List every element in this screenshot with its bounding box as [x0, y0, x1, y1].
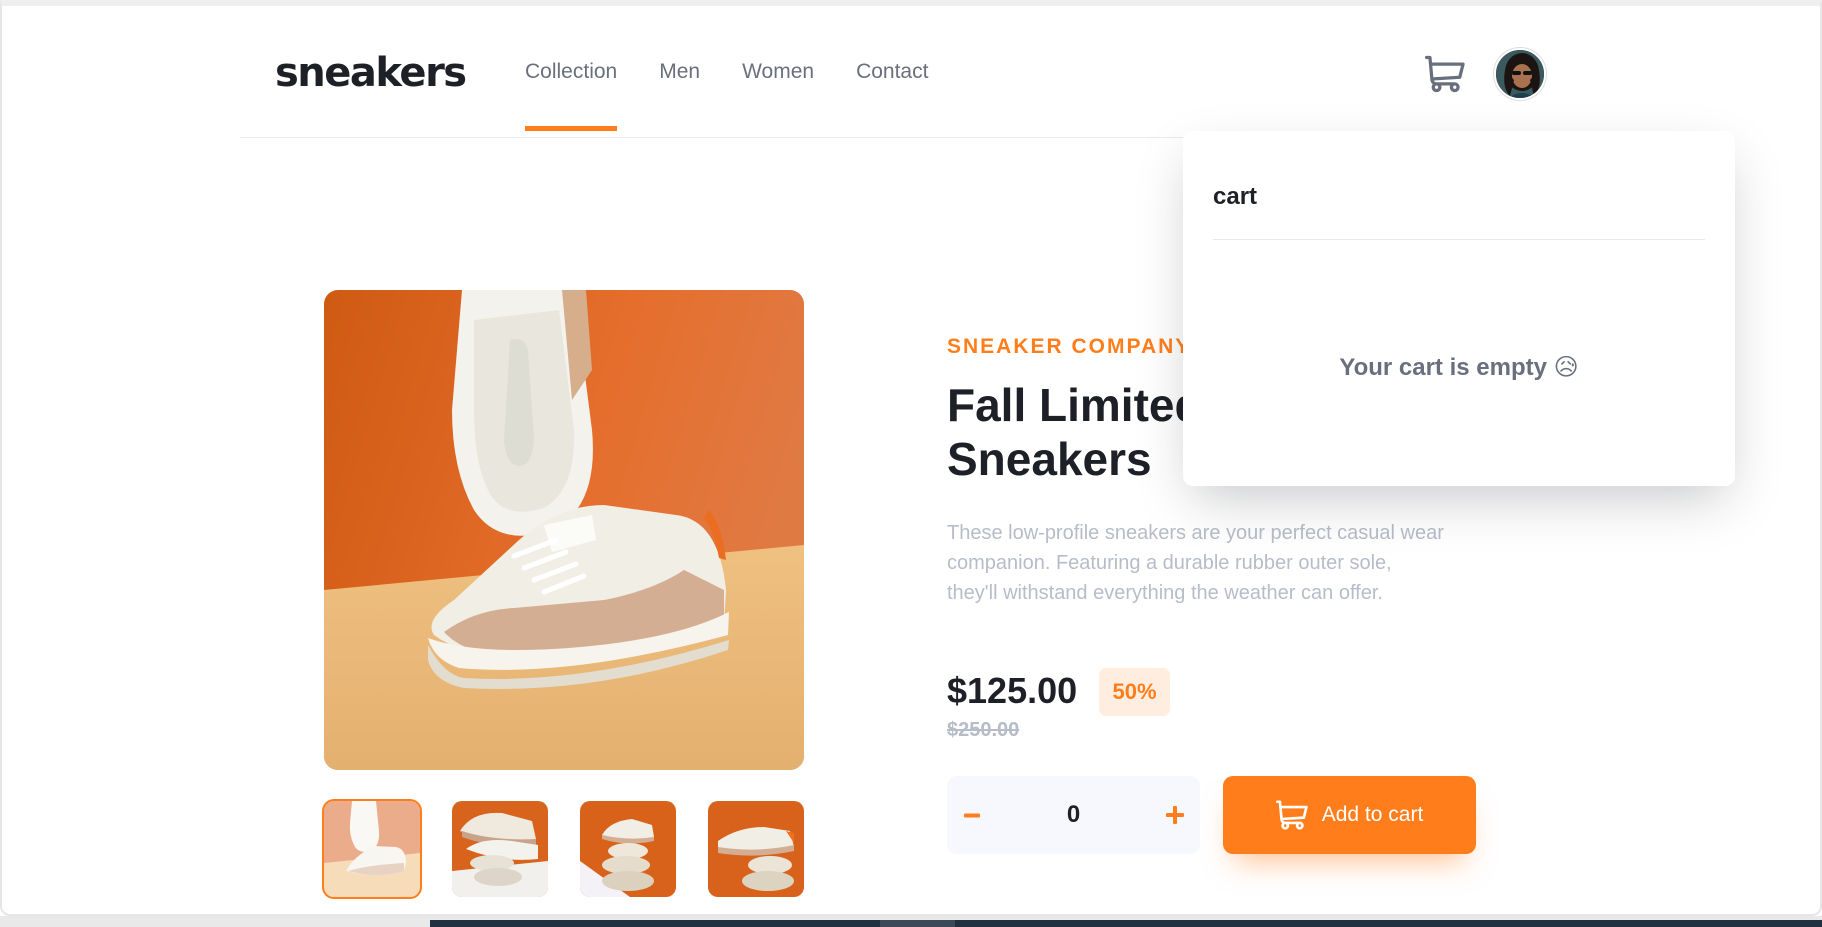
quantity-stepper: 0 [947, 776, 1200, 854]
site-logo[interactable]: sneakers [275, 50, 467, 96]
thumbnail-1-image [324, 801, 420, 897]
cart-empty-message: Your cart is empty 😥 [1339, 354, 1579, 381]
cart-button[interactable] [1425, 54, 1465, 94]
thumbnail-2[interactable] [452, 801, 548, 897]
avatar-image [1496, 50, 1544, 98]
cart-icon [1275, 800, 1308, 830]
cart-icon [1425, 55, 1465, 93]
nav-item-contact[interactable]: Contact [856, 6, 928, 138]
cart-dropdown: cart Your cart is empty 😥 [1183, 131, 1735, 486]
company-name: SNEAKER COMPANY [947, 335, 1192, 358]
cart-divider [1213, 239, 1705, 240]
product-main-image[interactable] [324, 290, 804, 770]
plus-icon [1166, 806, 1184, 824]
thumbnail-list [324, 801, 804, 897]
add-to-cart-label: Add to cart [1321, 803, 1424, 826]
thumbnail-3[interactable] [580, 801, 676, 897]
sneaker-photo [324, 290, 804, 770]
product-description: These low-profile sneakers are your perf… [947, 522, 1444, 604]
thumbnail-4-image [708, 801, 804, 897]
minus-icon [964, 813, 980, 817]
thumbnail-4[interactable] [708, 801, 804, 897]
taskbar-highlight [880, 920, 955, 927]
main-nav: Collection Men Women Contact [525, 6, 928, 138]
product-title-line2: Sneakers [947, 433, 1152, 485]
thumbnail-3-image [580, 801, 676, 897]
cart-title: cart [1213, 183, 1258, 210]
site-header: sneakers Collection Men Women Contact [240, 6, 1550, 138]
thumbnail-2-image [452, 801, 548, 897]
nav-item-collection[interactable]: Collection [525, 6, 618, 138]
current-price: $125.00 [947, 670, 1078, 711]
nav-item-men[interactable]: Men [659, 6, 700, 138]
taskbar-strip [0, 916, 1822, 927]
increase-quantity-button[interactable] [1150, 776, 1200, 854]
browser-viewport: sneakers Collection Men Women Contact SN… [0, 0, 1822, 916]
discount-badge: 50% [1099, 668, 1170, 716]
thumbnail-1[interactable] [324, 801, 420, 897]
taskbar-dark-region [430, 920, 1822, 927]
nav-item-women[interactable]: Women [742, 6, 814, 138]
original-price: $250.00 [947, 719, 1020, 741]
user-avatar[interactable] [1494, 48, 1546, 100]
decrease-quantity-button[interactable] [947, 776, 997, 854]
add-to-cart-button[interactable]: Add to cart [1223, 776, 1476, 854]
